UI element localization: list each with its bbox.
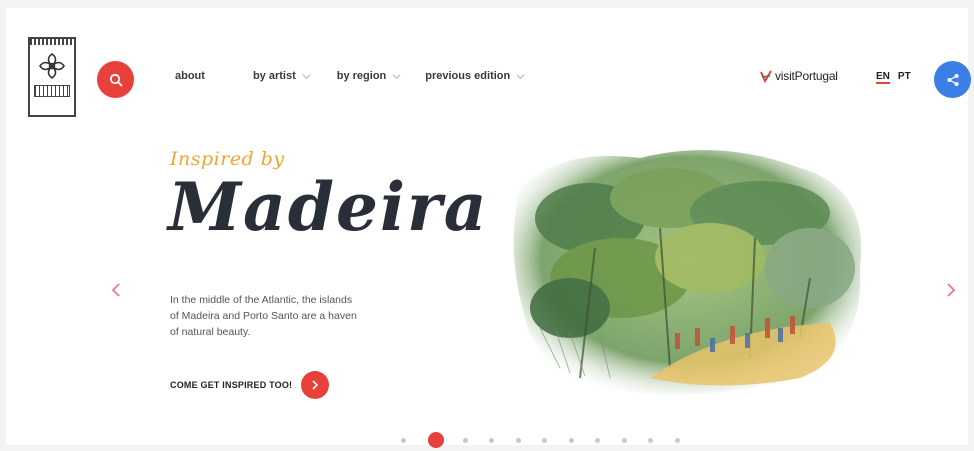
logo-pattern: [34, 85, 70, 97]
carousel-dot[interactable]: [462, 437, 468, 443]
cta-link[interactable]: COME GET INSPIRED TOO!: [170, 371, 330, 399]
carousel-dot[interactable]: [568, 437, 574, 443]
chevron-down-icon: [392, 73, 401, 79]
carousel-next-button[interactable]: [944, 281, 958, 299]
share-icon: [947, 73, 958, 86]
chevron-down-icon: [516, 73, 525, 79]
carousel-pagination: [401, 432, 701, 448]
search-button[interactable]: [97, 61, 134, 98]
site-logo[interactable]: [28, 37, 76, 117]
carousel-dot[interactable]: [595, 437, 600, 443]
visit-portugal-label: visitPortugal: [775, 69, 838, 83]
language-pt[interactable]: PT: [898, 71, 911, 84]
chevron-right-icon: [312, 380, 319, 390]
nav-by-artist[interactable]: by artist: [253, 70, 311, 82]
language-switcher: EN PT: [876, 71, 911, 84]
language-en[interactable]: EN: [876, 71, 890, 84]
nav-by-artist-label: by artist: [252, 70, 296, 82]
logo-flower-icon: [39, 53, 65, 79]
carousel-dot[interactable]: [515, 437, 521, 443]
carousel-dot[interactable]: [489, 437, 494, 443]
chevron-down-icon: [302, 73, 311, 79]
visit-portugal-logo-icon: [760, 69, 772, 83]
carousel-dot[interactable]: [542, 437, 547, 443]
hero-description: In the middle of the Atlantic, the islan…: [170, 294, 357, 338]
nav-about-label: about: [175, 70, 205, 82]
hero-title: Madeira: [168, 168, 489, 246]
nav-by-region[interactable]: by region: [337, 70, 402, 82]
cta-button[interactable]: [301, 371, 330, 399]
nav-previous-edition[interactable]: previous edition: [425, 70, 525, 82]
page: about by artist by region previous editi…: [6, 8, 971, 448]
visit-portugal-link[interactable]: visitPortugal: [760, 69, 838, 83]
cta-label: COME GET INSPIRED TOO!: [170, 380, 293, 390]
madeira-illustration: [513, 150, 862, 395]
carousel-dot[interactable]: [401, 437, 406, 443]
nav-previous-edition-label: previous edition: [425, 70, 511, 82]
main-nav: about by artist by region previous editi…: [175, 70, 525, 82]
hero-eyebrow: Inspired by: [170, 148, 285, 170]
share-button[interactable]: [934, 61, 971, 98]
nav-about[interactable]: about: [175, 70, 205, 82]
logo-stripe: [30, 39, 74, 45]
carousel-dot[interactable]: [674, 437, 680, 443]
search-icon: [109, 73, 122, 86]
nav-by-region-label: by region: [336, 70, 387, 82]
carousel-prev-button[interactable]: [109, 281, 123, 299]
carousel-dot[interactable]: [648, 437, 653, 443]
carousel-dot-active[interactable]: [427, 432, 444, 448]
carousel-dot[interactable]: [621, 437, 627, 443]
